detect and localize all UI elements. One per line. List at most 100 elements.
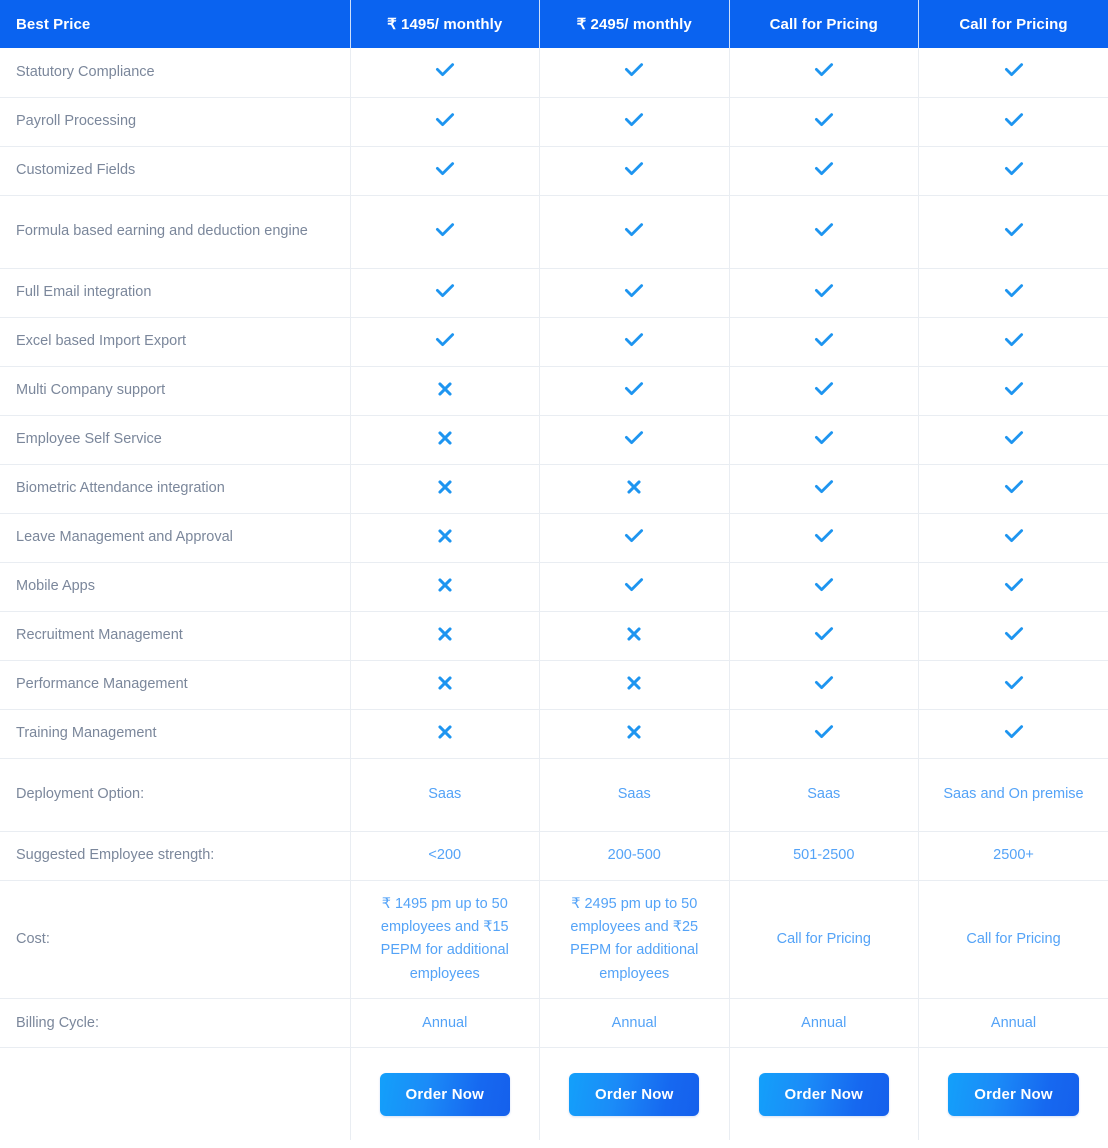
feature-mark-cell	[350, 48, 540, 98]
billing-cycle-value: Annual	[729, 998, 919, 1049]
feature-mark-cell	[350, 366, 540, 416]
table-row: Leave Management and Approval	[0, 513, 1108, 563]
header-plan-4: Call for Pricing	[918, 0, 1108, 48]
check-icon	[1003, 525, 1025, 547]
feature-mark-cell	[350, 268, 540, 318]
check-icon	[813, 378, 835, 400]
feature-mark-cell	[539, 611, 730, 661]
cost-value: ₹ 1495 pm up to 50 employees and ₹15 PEP…	[350, 880, 540, 1000]
feature-mark-cell	[918, 562, 1108, 612]
feature-label: Statutory Compliance	[0, 48, 351, 98]
order-row-spacer	[0, 1047, 351, 1140]
check-icon	[1003, 672, 1025, 694]
order-button-cell: Order Now	[729, 1047, 919, 1140]
check-icon	[1003, 59, 1025, 81]
feature-mark-cell	[350, 464, 540, 514]
feature-mark-cell	[918, 48, 1108, 98]
table-row: Customized Fields	[0, 146, 1108, 196]
feature-mark-cell	[350, 562, 540, 612]
check-icon	[813, 525, 835, 547]
check-icon	[623, 329, 645, 351]
order-now-button-1[interactable]: Order Now	[379, 1072, 510, 1116]
deployment-option-value: Saas	[729, 758, 919, 832]
feature-mark-cell	[539, 195, 730, 269]
feature-mark-cell	[729, 709, 919, 759]
order-button-cell: Order Now	[919, 1048, 1108, 1140]
cost-value: Call for Pricing	[729, 880, 919, 1000]
billing-cycle-value: Annual	[918, 998, 1108, 1049]
header-best-price: Best Price	[0, 0, 351, 48]
table-row: Full Email integration	[0, 268, 1108, 318]
feature-label: Biometric Attendance integration	[0, 464, 351, 514]
header-plan-2: ₹ 2495/ monthly	[539, 0, 730, 48]
feature-label: Employee Self Service	[0, 415, 351, 465]
check-icon	[813, 721, 835, 743]
table-row: Mobile Apps	[0, 562, 1108, 612]
feature-mark-cell	[918, 268, 1108, 318]
feature-mark-cell	[918, 366, 1108, 416]
check-icon	[434, 280, 456, 302]
table-row: Excel based Import Export	[0, 317, 1108, 367]
table-row: Training Management	[0, 709, 1108, 759]
check-icon	[813, 280, 835, 302]
check-icon	[813, 623, 835, 645]
feature-mark-cell	[918, 513, 1108, 563]
header-row: Best Price ₹ 1495/ monthly ₹ 2495/ month…	[0, 0, 1108, 48]
feature-mark-cell	[350, 317, 540, 367]
check-icon	[434, 329, 456, 351]
feature-mark-cell	[539, 464, 730, 514]
cost-label: Cost:	[0, 880, 351, 1000]
table-row: Performance Management	[0, 660, 1108, 710]
order-now-button-2[interactable]: Order Now	[569, 1072, 700, 1116]
billing-cycle-value: Annual	[539, 998, 730, 1049]
feature-label: Formula based earning and deduction engi…	[0, 195, 351, 269]
table-row: Recruitment Management	[0, 611, 1108, 661]
cross-icon	[623, 672, 645, 694]
check-icon	[434, 59, 456, 81]
cross-icon	[434, 378, 456, 400]
feature-mark-cell	[350, 146, 540, 196]
check-icon	[813, 574, 835, 596]
employee-strength-value: <200	[350, 831, 540, 881]
feature-label: Multi Company support	[0, 366, 351, 416]
feature-mark-cell	[539, 317, 730, 367]
feature-label: Full Email integration	[0, 268, 351, 318]
feature-mark-cell	[918, 195, 1108, 269]
check-icon	[813, 329, 835, 351]
feature-mark-cell	[539, 660, 730, 710]
feature-mark-cell	[918, 317, 1108, 367]
feature-label: Performance Management	[0, 660, 351, 710]
feature-mark-cell	[729, 415, 919, 465]
order-now-button-4[interactable]: Order Now	[948, 1072, 1079, 1116]
check-icon	[434, 219, 456, 241]
feature-label: Recruitment Management	[0, 611, 351, 661]
feature-mark-cell	[729, 611, 919, 661]
feature-mark-cell	[350, 415, 540, 465]
table-row: Multi Company support	[0, 366, 1108, 416]
feature-mark-cell	[918, 146, 1108, 196]
check-icon	[1003, 219, 1025, 241]
check-icon	[1003, 109, 1025, 131]
employee-strength-value: 2500+	[918, 831, 1108, 881]
feature-mark-cell	[350, 513, 540, 563]
employee-strength-label: Suggested Employee strength:	[0, 831, 351, 881]
check-icon	[434, 109, 456, 131]
table-header: Best Price ₹ 1495/ monthly ₹ 2495/ month…	[0, 0, 1108, 48]
table-body: Statutory Compliance Payroll Processing Cu…	[0, 48, 1108, 1140]
cross-icon	[434, 525, 456, 547]
check-icon	[813, 219, 835, 241]
feature-mark-cell	[918, 611, 1108, 661]
check-icon	[623, 280, 645, 302]
cross-icon	[434, 672, 456, 694]
feature-mark-cell	[918, 464, 1108, 514]
header-plan-3: Call for Pricing	[729, 0, 919, 48]
check-icon	[1003, 476, 1025, 498]
deployment-option-value: Saas	[350, 758, 540, 832]
feature-mark-cell	[918, 415, 1108, 465]
order-now-button-3[interactable]: Order Now	[758, 1072, 889, 1116]
billing-cycle-value: Annual	[350, 998, 540, 1049]
deployment-option-value: Saas and On premise	[918, 758, 1108, 832]
feature-mark-cell	[729, 366, 919, 416]
table-row: Payroll Processing	[0, 97, 1108, 147]
feature-mark-cell	[729, 317, 919, 367]
